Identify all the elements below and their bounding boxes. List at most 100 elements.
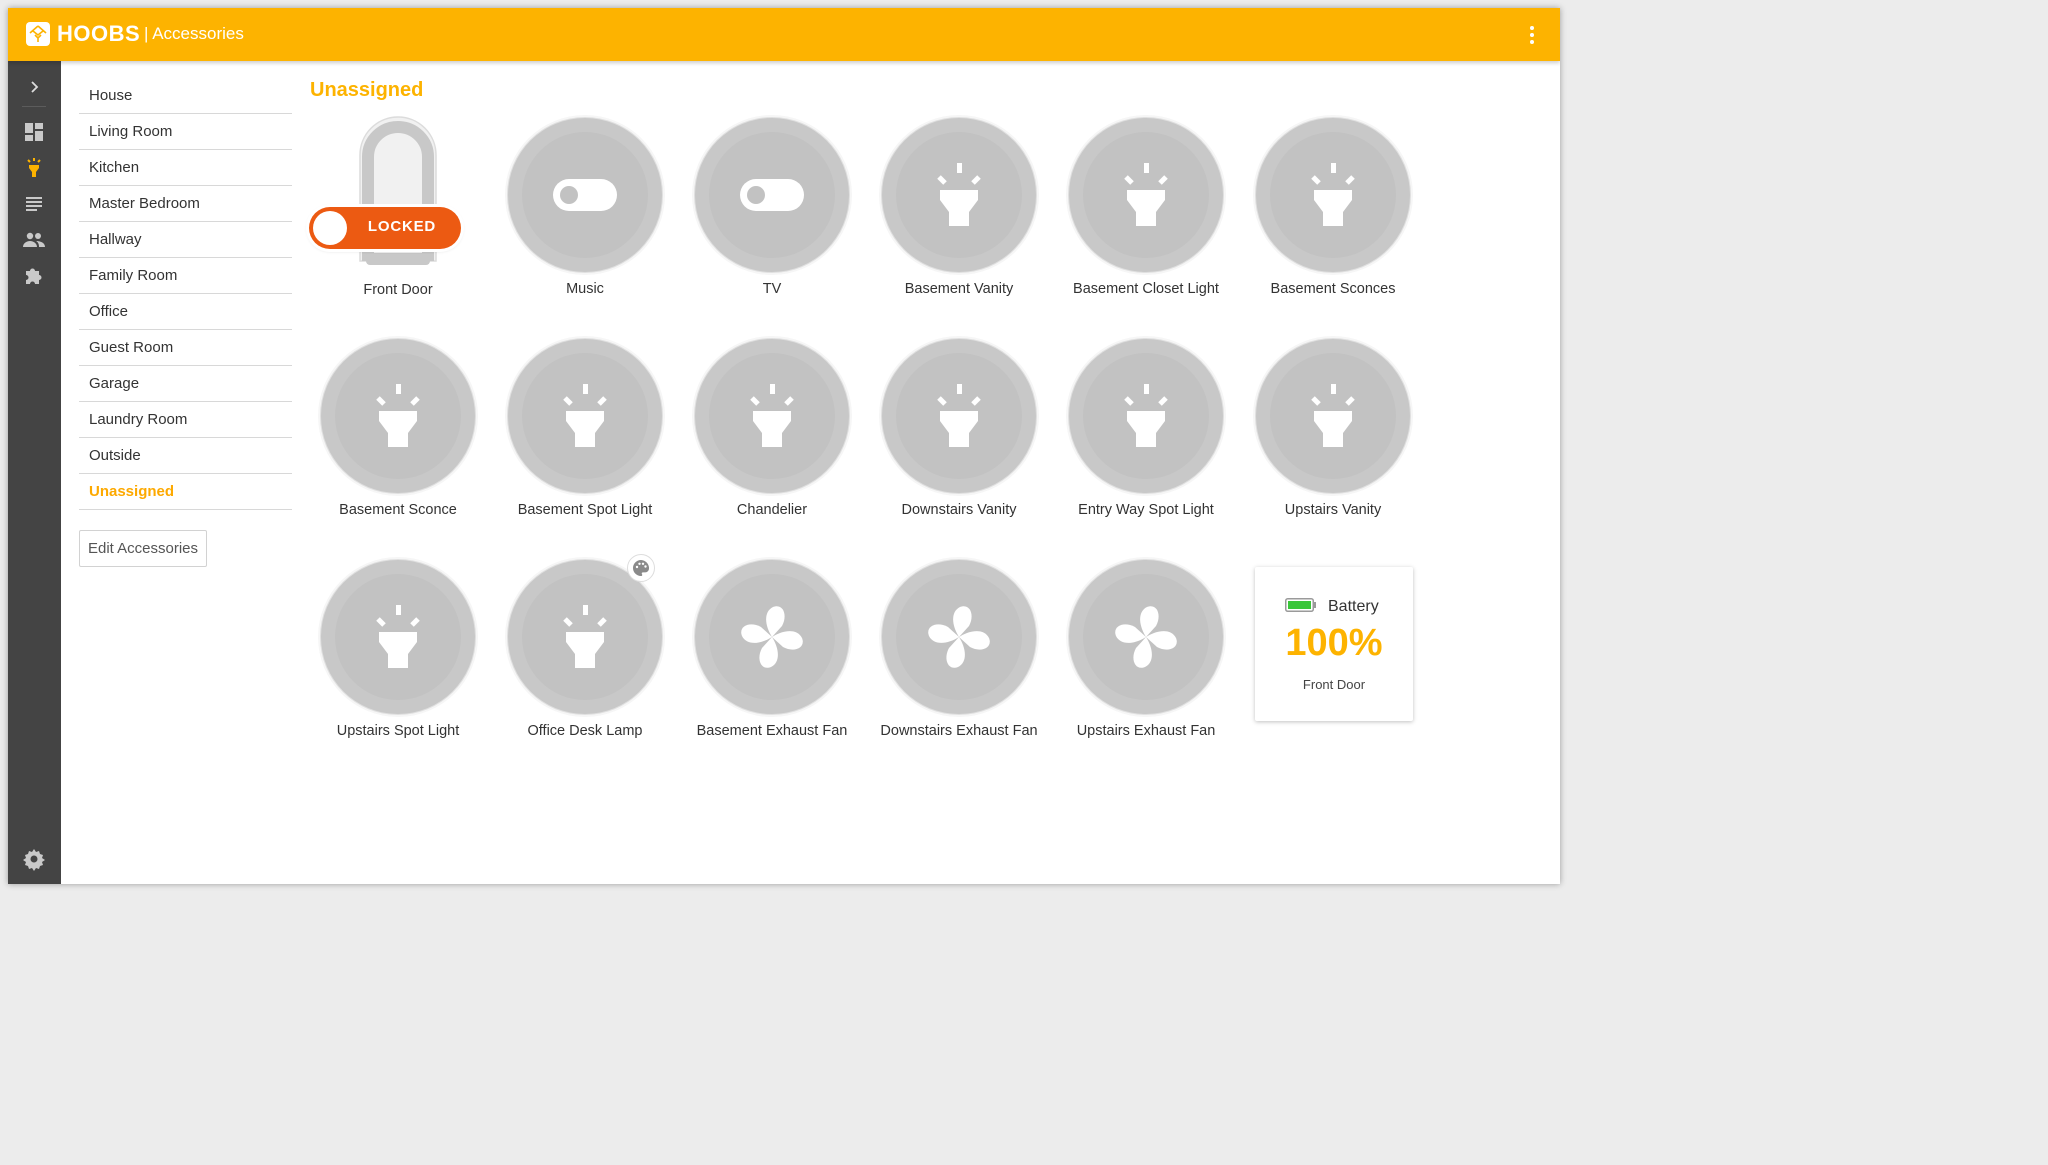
room-guest-room[interactable]: Guest Room <box>79 330 292 366</box>
lock-state: LOCKED <box>367 218 437 235</box>
accessory-dial <box>1069 560 1223 714</box>
accessory-label: Upstairs Exhaust Fan <box>1076 723 1216 739</box>
accessory-label: Front Door <box>363 282 433 298</box>
puzzle-icon[interactable] <box>22 264 46 288</box>
dashboard-icon[interactable] <box>22 120 46 144</box>
lightbulb-icon <box>1311 163 1355 226</box>
top-bar: HOOBS | Accessories <box>8 8 1560 61</box>
accessory-label: Chandelier <box>736 502 808 518</box>
app-window: HOOBS | Accessories House Living Room Ki… <box>8 8 1560 884</box>
nav-rail <box>8 61 61 884</box>
accessory-music[interactable]: Music <box>495 118 675 318</box>
accessory-label: Upstairs Spot Light <box>336 723 460 739</box>
accessory-downstairs-vanity[interactable]: Downstairs Vanity <box>869 339 1049 539</box>
accessory-label: Basement Sconce <box>339 502 457 518</box>
room-hallway[interactable]: Hallway <box>79 222 292 258</box>
accessory-label: Basement Exhaust Fan <box>696 723 848 739</box>
accessory-label: Music <box>566 281 604 297</box>
room-kitchen[interactable]: Kitchen <box>79 150 292 186</box>
lightbulb-icon <box>937 163 981 226</box>
toggle-knob <box>313 211 347 245</box>
accessory-label: Basement Closet Light <box>1073 281 1219 297</box>
fan-icon <box>741 606 803 668</box>
room-house[interactable]: House <box>79 78 292 114</box>
accessory-label: TV <box>762 281 782 297</box>
fan-icon <box>1115 606 1177 668</box>
room-laundry-room[interactable]: Laundry Room <box>79 402 292 438</box>
palette-icon[interactable] <box>627 554 655 582</box>
accessory-label: Upstairs Vanity <box>1284 502 1382 518</box>
accessory-basement-sconces[interactable]: Basement Sconces <box>1243 118 1423 318</box>
brand-name: HOOBS <box>57 21 141 46</box>
accessory-label: Office Desk Lamp <box>527 723 643 739</box>
accessory-dial <box>1256 118 1410 272</box>
gear-icon[interactable] <box>22 847 46 871</box>
section-title: Unassigned <box>310 79 424 101</box>
accessory-basement-spot-light[interactable]: Basement Spot Light <box>495 339 675 539</box>
lightbulb-icon <box>563 605 607 668</box>
accessory-basement-sconce[interactable]: Basement Sconce <box>308 339 488 539</box>
fan-icon <box>928 606 990 668</box>
battery-title: Battery <box>1328 598 1379 615</box>
accessory-upstairs-spot-light[interactable]: Upstairs Spot Light <box>308 560 488 760</box>
room-outside[interactable]: Outside <box>79 438 292 474</box>
accessory-basement-exhaust-fan[interactable]: Basement Exhaust Fan <box>682 560 862 760</box>
users-icon[interactable] <box>22 228 46 252</box>
accessory-label: Basement Vanity <box>904 281 1014 297</box>
battery-device-name: Front Door <box>1302 677 1366 692</box>
accessory-label: Downstairs Exhaust Fan <box>880 723 1038 739</box>
page-title: | Accessories <box>144 24 244 43</box>
switch-icon <box>553 179 617 211</box>
lightbulb-icon <box>1124 163 1168 226</box>
accessory-dial <box>508 560 662 714</box>
lock-toggle[interactable]: LOCKED <box>309 207 461 249</box>
accessory-label: Entry Way Spot Light <box>1078 502 1214 518</box>
lightbulb-icon[interactable] <box>22 156 46 180</box>
rail-divider <box>22 106 46 107</box>
room-office[interactable]: Office <box>79 294 292 330</box>
accessory-dial <box>882 560 1036 714</box>
accessory-dial <box>1069 339 1223 493</box>
accessory-dial <box>321 339 475 493</box>
accessory-basement-closet-light[interactable]: Basement Closet Light <box>1056 118 1236 318</box>
chevron-right-icon[interactable] <box>22 75 46 99</box>
battery-level: 100% <box>1285 622 1383 664</box>
accessory-upstairs-exhaust-fan[interactable]: Upstairs Exhaust Fan <box>1056 560 1236 760</box>
lightbulb-icon <box>1311 384 1355 447</box>
accessory-tv[interactable]: TV <box>682 118 862 318</box>
accessory-dial <box>508 118 662 272</box>
accessory-chandelier[interactable]: Chandelier <box>682 339 862 539</box>
accessory-dial <box>695 339 849 493</box>
battery-card[interactable]: Battery 100% Front Door <box>1255 567 1413 721</box>
accessory-dial <box>882 339 1036 493</box>
accessory-dial <box>882 118 1036 272</box>
accessory-dial <box>508 339 662 493</box>
accessory-entry-way-spot-light[interactable]: Entry Way Spot Light <box>1056 339 1236 539</box>
battery-icon <box>1285 598 1317 612</box>
accessory-label: Basement Sconces <box>1270 281 1396 297</box>
lightbulb-icon <box>750 384 794 447</box>
accessory-label: Basement Spot Light <box>517 502 653 518</box>
accessory-upstairs-vanity[interactable]: Upstairs Vanity <box>1243 339 1423 539</box>
log-icon[interactable] <box>22 192 46 216</box>
edit-accessories-button[interactable]: Edit Accessories <box>79 530 207 567</box>
room-living-room[interactable]: Living Room <box>79 114 292 150</box>
room-list: House Living Room Kitchen Master Bedroom… <box>79 78 292 510</box>
accessory-dial <box>695 560 849 714</box>
lightbulb-icon <box>1124 384 1168 447</box>
accessory-basement-vanity[interactable]: Basement Vanity <box>869 118 1049 318</box>
lightbulb-icon <box>563 384 607 447</box>
room-master-bedroom[interactable]: Master Bedroom <box>79 186 292 222</box>
accessory-downstairs-exhaust-fan[interactable]: Downstairs Exhaust Fan <box>869 560 1049 760</box>
accessory-office-desk-lamp[interactable]: Office Desk Lamp <box>495 554 675 760</box>
room-family-room[interactable]: Family Room <box>79 258 292 294</box>
accessory-dial <box>1069 118 1223 272</box>
lightbulb-icon <box>376 384 420 447</box>
more-vert-icon[interactable] <box>1522 24 1542 46</box>
hoobs-logo-icon <box>26 22 50 46</box>
accessory-front-door[interactable]: LOCKED Front Door <box>308 111 488 311</box>
room-unassigned[interactable]: Unassigned <box>79 474 292 510</box>
room-garage[interactable]: Garage <box>79 366 292 402</box>
lightbulb-icon <box>376 605 420 668</box>
lightbulb-icon <box>937 384 981 447</box>
